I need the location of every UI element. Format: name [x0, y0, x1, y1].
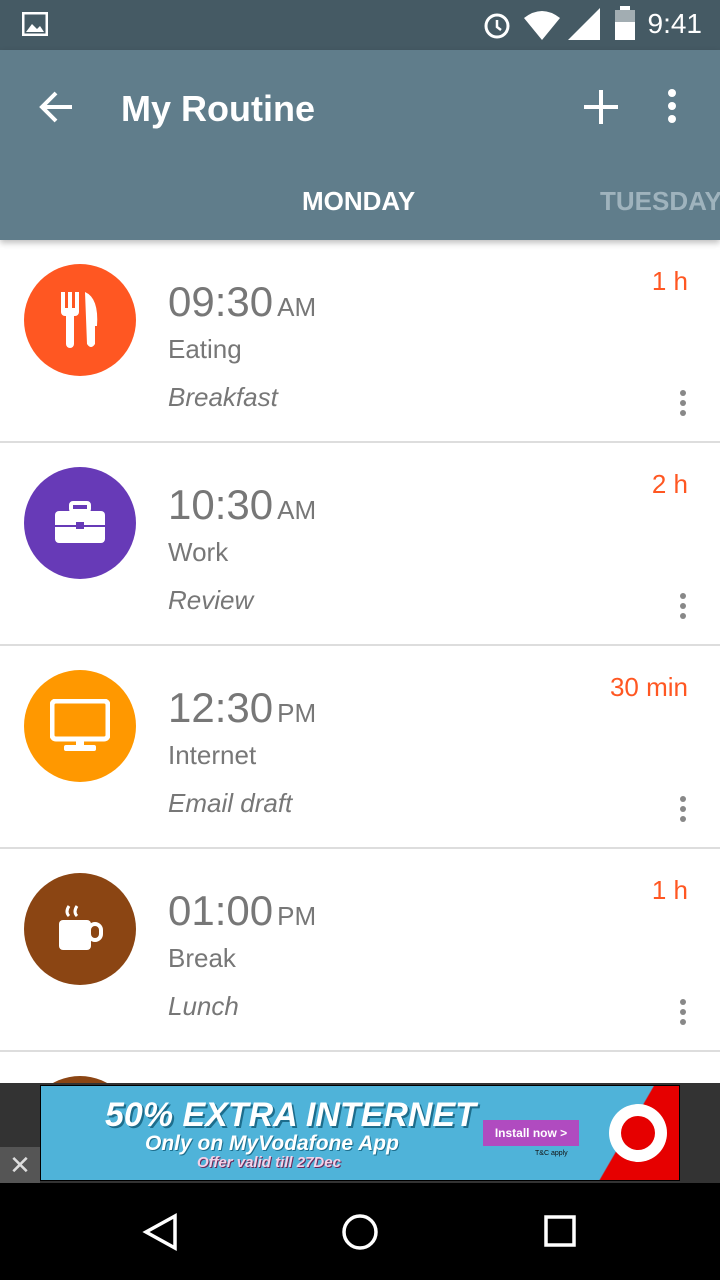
- routine-item[interactable]: 01:00 PM Break Lunch 1 h: [0, 849, 720, 1052]
- wifi-icon: [524, 11, 560, 40]
- ad-fine-print: T&C apply: [535, 1150, 568, 1157]
- clock: 9:41: [647, 8, 703, 39]
- back-nav-icon[interactable]: [142, 1213, 178, 1251]
- vodafone-logo: [599, 1086, 679, 1180]
- ad-image[interactable]: 50% EXTRA INTERNET Only on MyVodafone Ap…: [40, 1085, 680, 1181]
- routine-item[interactable]: 09:30 AM Eating Breakfast 1 h: [0, 240, 720, 443]
- status-bar: 9:41: [0, 0, 720, 50]
- routine-note: Breakfast: [168, 382, 278, 412]
- ad-install-button[interactable]: Install now >: [483, 1120, 579, 1146]
- routine-category: Break: [168, 943, 236, 973]
- routine-item[interactable]: 10:30 AM Work Review 2 h: [0, 443, 720, 646]
- routine-time: 01:00 PM: [168, 887, 317, 934]
- close-ad-icon[interactable]: ✕: [0, 1147, 40, 1183]
- routine-time: 12:30 PM: [168, 684, 317, 731]
- routine-duration: 1 h: [651, 266, 688, 296]
- routine-time: 10:30 AM: [168, 481, 317, 528]
- page-title: My Routine: [121, 88, 315, 129]
- alarm-icon: [484, 13, 510, 39]
- navigation-bar: [0, 1183, 720, 1280]
- item-menu-icon[interactable]: [680, 390, 688, 420]
- fork-knife-icon: [24, 264, 136, 376]
- tab-monday[interactable]: MONDAY: [302, 186, 415, 217]
- item-menu-icon[interactable]: [680, 999, 688, 1029]
- add-icon[interactable]: [582, 88, 620, 126]
- routine-time: 09:30 AM: [168, 278, 317, 325]
- battery-icon: [615, 6, 635, 40]
- briefcase-icon: [24, 467, 136, 579]
- ad-banner[interactable]: ✕ 50% EXTRA INTERNET Only on MyVodafone …: [0, 1083, 720, 1183]
- recents-nav-icon[interactable]: [544, 1215, 576, 1247]
- ad-headline: 50% EXTRA INTERNET: [105, 1096, 476, 1134]
- ad-subline: Only on MyVodafone App: [145, 1132, 399, 1155]
- coffee-cup-icon: [24, 873, 136, 985]
- more-vert-icon[interactable]: [666, 88, 678, 124]
- routine-item[interactable]: 12:30 PM Internet Email draft 30 min: [0, 646, 720, 849]
- app-bar: My Routine MONDAY TUESDAY: [0, 50, 720, 240]
- image-notification-icon: [22, 12, 48, 36]
- home-nav-icon[interactable]: [342, 1214, 378, 1250]
- item-menu-icon[interactable]: [680, 796, 688, 826]
- item-menu-icon[interactable]: [680, 593, 688, 623]
- tab-tuesday[interactable]: TUESDAY: [600, 186, 720, 217]
- signal-icon: [568, 8, 600, 40]
- ad-offer: Offer valid till 27Dec: [197, 1154, 341, 1171]
- routine-duration: 2 h: [651, 469, 688, 499]
- routine-note: Email draft: [168, 788, 293, 818]
- routine-category: Work: [168, 537, 229, 567]
- monitor-icon: [24, 670, 136, 782]
- routine-duration: 30 min: [609, 672, 688, 702]
- routine-category: Internet: [168, 740, 257, 770]
- routine-note: Lunch: [168, 991, 239, 1021]
- routine-duration: 1 h: [651, 875, 688, 905]
- routine-category: Eating: [168, 334, 242, 364]
- back-arrow-icon[interactable]: [38, 90, 74, 124]
- routine-note: Review: [168, 585, 254, 615]
